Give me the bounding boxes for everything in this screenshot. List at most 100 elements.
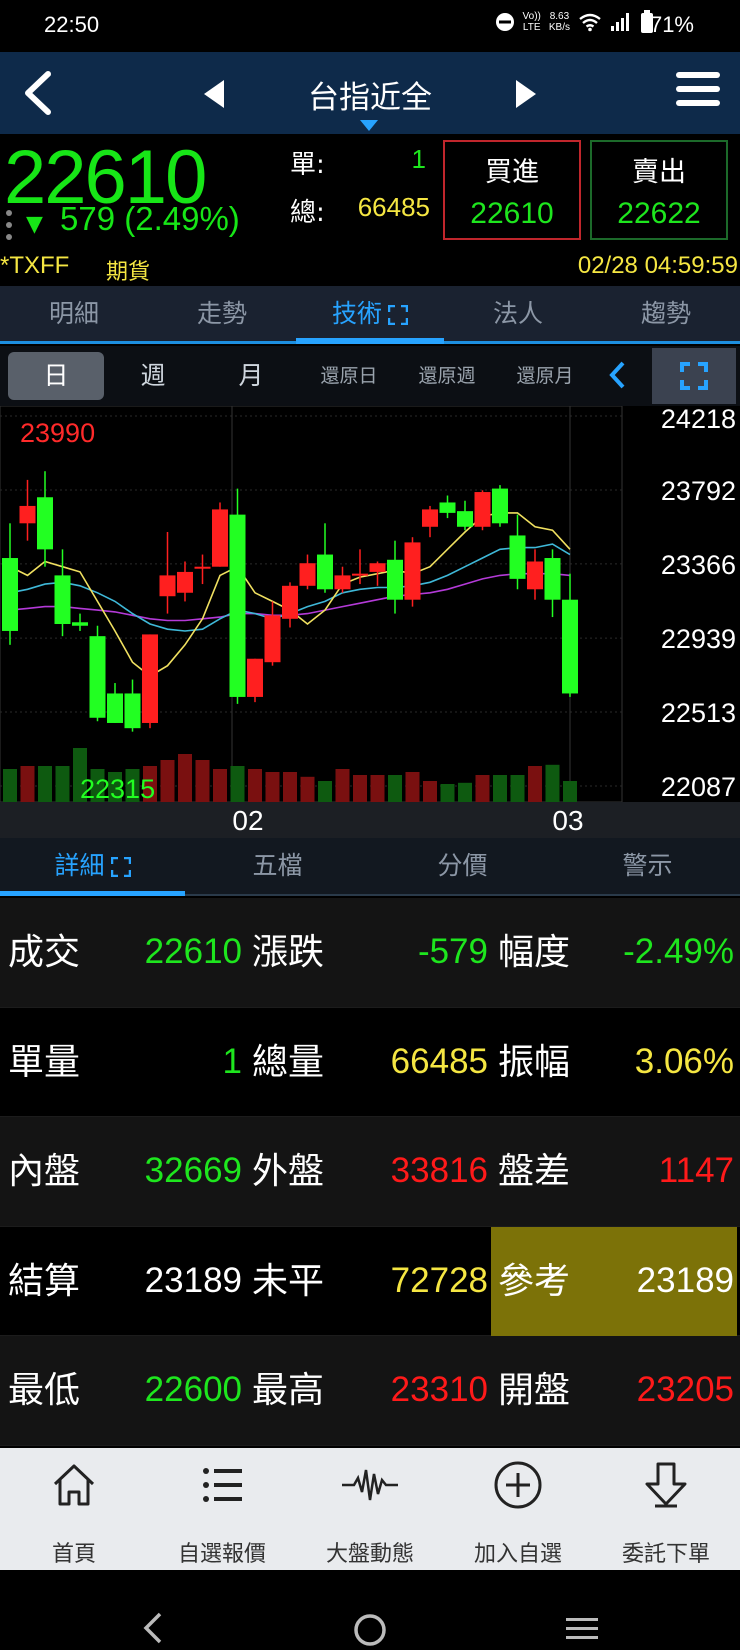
network-speed-unit: KB/s bbox=[548, 22, 570, 33]
tab-label: 明細 bbox=[48, 299, 99, 328]
candlestick-chart[interactable]: 24218 23792 23366 22939 22513 22087 23990 22315… bbox=[0, 404, 740, 838]
buy-button[interactable]: 買進 22610 bbox=[443, 140, 581, 240]
x-tick-label: 02 bbox=[232, 805, 263, 836]
tab-technical[interactable]: 技術 bbox=[296, 286, 444, 344]
instrument-type: 期貨 bbox=[106, 260, 151, 285]
volume-bar bbox=[195, 760, 210, 802]
subtab-price-volume[interactable]: 分價 bbox=[370, 838, 555, 894]
candle-body bbox=[527, 561, 543, 590]
add-circle-icon bbox=[494, 1461, 542, 1509]
volume-bar bbox=[458, 782, 472, 802]
nav-market[interactable]: 大盤動態 bbox=[296, 1448, 444, 1570]
candle-body bbox=[124, 693, 141, 729]
network-speed-value: 8.63 bbox=[549, 11, 570, 22]
previous-symbol-icon[interactable] bbox=[202, 78, 226, 110]
signal-icon bbox=[611, 13, 629, 31]
title-dropdown-icon[interactable] bbox=[360, 120, 378, 132]
subtab-five-levels[interactable]: 五檔 bbox=[185, 838, 370, 894]
nav-home[interactable]: 首頁 bbox=[0, 1448, 148, 1570]
candle-body bbox=[247, 658, 263, 697]
row-value: 22600 bbox=[144, 1370, 242, 1410]
row-label: 盤差 bbox=[498, 1151, 571, 1193]
period-adjusted-day[interactable]: 還原日 bbox=[300, 352, 398, 400]
row-value: 72728 bbox=[390, 1260, 488, 1300]
volume-bar bbox=[405, 772, 420, 802]
candle-body bbox=[422, 509, 438, 527]
x-axis-band bbox=[0, 802, 740, 838]
menu-icon[interactable] bbox=[676, 72, 720, 112]
subtab-alerts[interactable]: 警示 bbox=[555, 838, 740, 894]
volume-bar bbox=[528, 766, 542, 802]
candle-body bbox=[299, 563, 316, 586]
row-value: 1 bbox=[222, 1041, 242, 1081]
volume-bar bbox=[545, 764, 560, 802]
tab-tendency[interactable]: 趨勢 bbox=[592, 286, 740, 341]
candle-body bbox=[439, 502, 456, 513]
nav-watchlist[interactable]: 自選報價 bbox=[148, 1448, 296, 1570]
tab-institutional[interactable]: 法人 bbox=[444, 286, 592, 341]
detail-tabs: 詳細 五檔 分價 警示 bbox=[0, 838, 740, 896]
nav-label: 加入自選 bbox=[473, 1542, 562, 1567]
row-value: 1147 bbox=[658, 1151, 734, 1191]
chart-canvas: 24218 23792 23366 22939 22513 22087 23990 22315… bbox=[0, 404, 740, 838]
quote-datetime: 02/28 04:59:59 bbox=[577, 252, 738, 279]
row-value: 33816 bbox=[390, 1151, 488, 1191]
system-back-icon[interactable] bbox=[140, 1612, 164, 1644]
order-icon bbox=[645, 1462, 687, 1508]
period-adjusted-month[interactable]: 還原月 bbox=[496, 352, 594, 400]
candle-body bbox=[509, 535, 526, 579]
back-icon[interactable] bbox=[18, 70, 60, 116]
tab-detail[interactable]: 明細 bbox=[0, 286, 148, 341]
volume-bar bbox=[55, 766, 70, 802]
system-recents-icon[interactable] bbox=[564, 1614, 600, 1644]
row-label: 內盤 bbox=[8, 1151, 81, 1193]
volume-bar bbox=[493, 775, 507, 802]
tab-label: 技術 bbox=[331, 299, 382, 328]
row-label: 單量 bbox=[8, 1041, 81, 1083]
volume-bar bbox=[248, 769, 262, 802]
more-dots-icon[interactable] bbox=[6, 210, 14, 246]
period-adjusted-week[interactable]: 還原週 bbox=[398, 352, 496, 400]
scroll-left-icon[interactable] bbox=[608, 360, 626, 390]
sell-price: 22622 bbox=[617, 197, 701, 230]
total-volume-label: 總: bbox=[290, 198, 325, 228]
status-icons: Vo)) LTE 8.63 KB/s bbox=[495, 10, 654, 34]
y-tick-label: 23792 bbox=[661, 476, 736, 506]
max-price-label: 23990 bbox=[20, 418, 95, 448]
volume-bar bbox=[230, 766, 245, 802]
nav-add-watch[interactable]: 加入自選 bbox=[444, 1448, 592, 1570]
tab-label: 趨勢 bbox=[640, 299, 691, 328]
period-selector: 日 週 月 還原日 還原週 還原月 bbox=[0, 346, 740, 406]
period-day[interactable]: 日 bbox=[8, 352, 104, 400]
subtab-label: 分價 bbox=[437, 851, 488, 880]
next-symbol-icon[interactable] bbox=[514, 78, 538, 110]
volume-bar bbox=[475, 775, 490, 802]
system-home-icon[interactable] bbox=[352, 1612, 388, 1648]
nav-order[interactable]: 委託下單 bbox=[592, 1448, 740, 1570]
tab-trend[interactable]: 走勢 bbox=[148, 286, 296, 341]
subtab-label: 警示 bbox=[622, 851, 673, 880]
volume-bar bbox=[440, 784, 455, 802]
candle-body bbox=[474, 492, 491, 527]
period-month[interactable]: 月 bbox=[202, 352, 300, 400]
symbol-title[interactable]: 台指近全 bbox=[270, 72, 470, 117]
row-value: 23310 bbox=[390, 1370, 488, 1410]
table-row: 內盤 32669 外盤 33816 盤差 1147 bbox=[0, 1117, 740, 1227]
period-week[interactable]: 週 bbox=[104, 352, 202, 400]
subtab-details[interactable]: 詳細 bbox=[0, 838, 185, 896]
candle-body bbox=[37, 497, 53, 550]
row-label: 開盤 bbox=[498, 1370, 571, 1412]
volume-bar bbox=[20, 766, 35, 802]
candle-body bbox=[492, 488, 508, 524]
x-tick-label: 03 bbox=[552, 805, 583, 836]
fullscreen-button[interactable] bbox=[652, 348, 736, 404]
volume-bar bbox=[388, 775, 402, 802]
row-value: 32669 bbox=[144, 1151, 242, 1191]
candle-body bbox=[369, 563, 386, 572]
sell-button[interactable]: 賣出 22622 bbox=[590, 140, 728, 240]
candle-body bbox=[282, 585, 298, 619]
total-volume-value: 66485 bbox=[357, 192, 430, 222]
y-tick-label: 22939 bbox=[661, 624, 736, 654]
wifi-icon bbox=[579, 13, 601, 32]
do-not-disturb-icon bbox=[495, 13, 514, 31]
